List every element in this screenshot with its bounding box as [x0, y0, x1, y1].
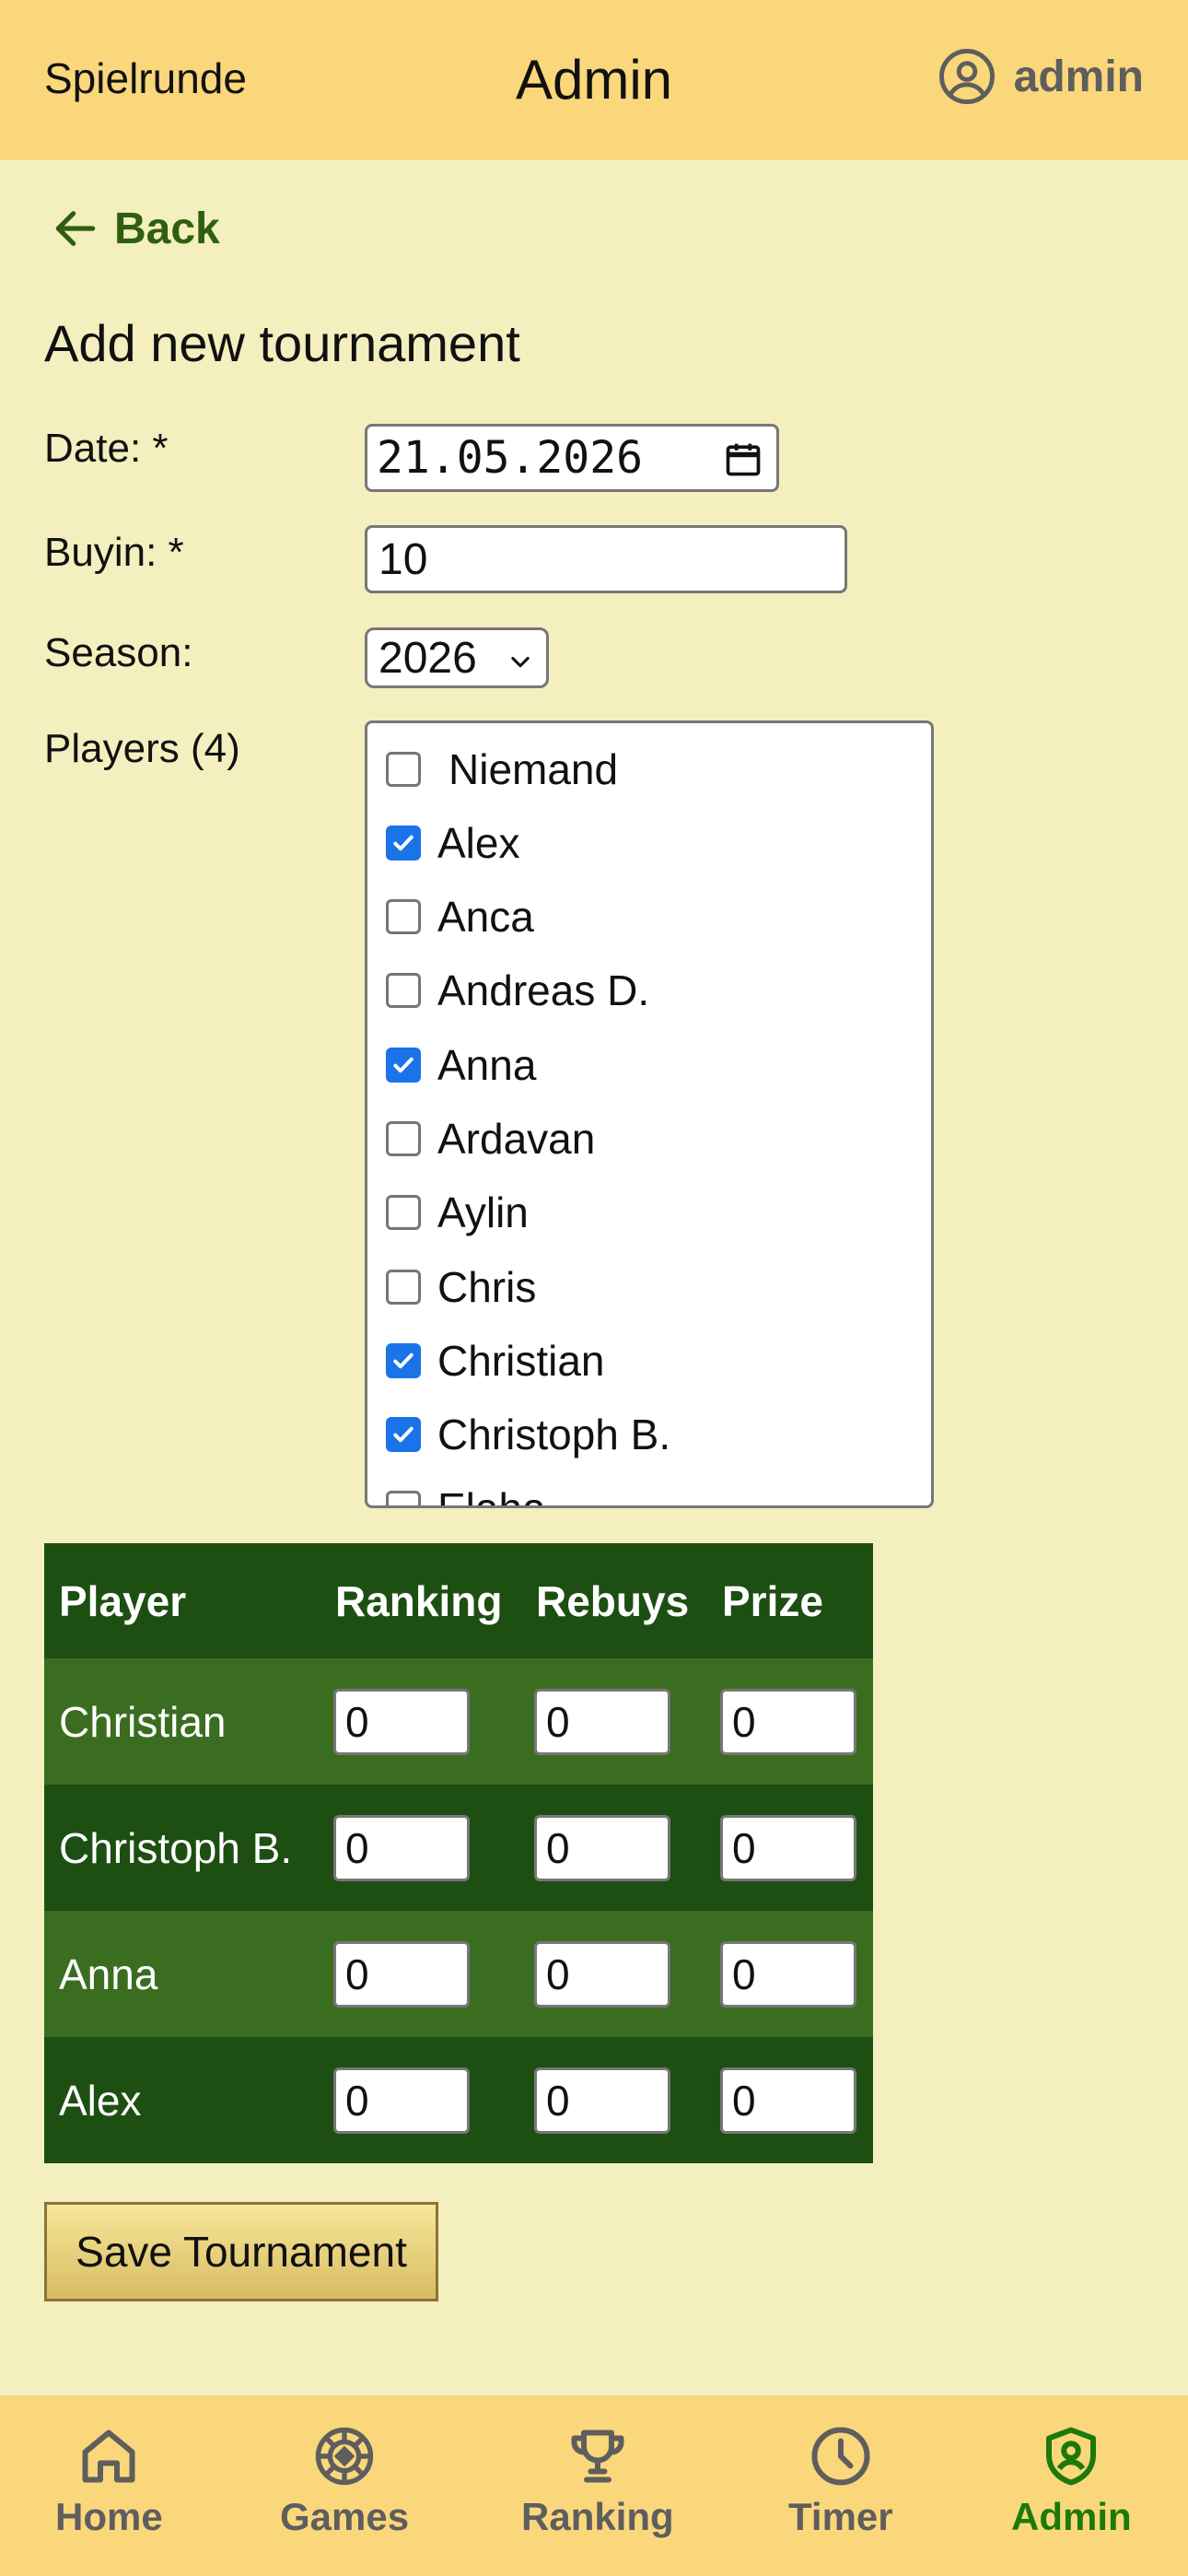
player-checkbox[interactable] [386, 752, 421, 787]
rebuys-input[interactable]: 0 [534, 1940, 670, 2008]
player-option-label: Ardavan [437, 1115, 596, 1163]
prize-input[interactable]: 0 [720, 1688, 856, 1755]
nav-ranking-label: Ranking [521, 2495, 674, 2538]
player-option-label: Christoph B. [437, 1411, 671, 1458]
back-label: Back [114, 204, 220, 253]
header-ranking: Ranking [320, 1543, 521, 1658]
player-checkbox[interactable] [386, 1270, 421, 1305]
user-name: admin [1013, 52, 1144, 101]
ranking-input[interactable]: 0 [333, 1940, 470, 2008]
header-prize: Prize [707, 1543, 873, 1658]
player-option[interactable]: Andreas D. [386, 954, 649, 1027]
nav-timer[interactable]: Timer [788, 2423, 893, 2539]
table-row: Christoph B. 0 0 0 [44, 1785, 873, 1911]
ranking-input[interactable]: 0 [333, 1688, 470, 1755]
nav-home[interactable]: Home [55, 2423, 163, 2539]
player-option[interactable]: Elaha [386, 1471, 546, 1508]
header-player: Player [44, 1543, 320, 1658]
player-option-label: Chris [437, 1263, 537, 1311]
user-menu[interactable]: admin [937, 46, 1144, 107]
home-icon [82, 2430, 135, 2483]
player-cell: Anna [44, 1911, 320, 2037]
page-title: Add new tournament [44, 314, 520, 372]
player-option-label: Andreas D. [437, 966, 650, 1014]
player-checkbox[interactable] [386, 1195, 421, 1230]
player-checkbox[interactable] [386, 825, 421, 861]
player-option[interactable]: Niemand [386, 732, 618, 806]
player-option-label: Elaha [437, 1484, 546, 1508]
header-rebuys: Rebuys [521, 1543, 707, 1658]
player-option[interactable]: Christian [386, 1324, 605, 1398]
nav-admin[interactable]: Admin [1011, 2423, 1132, 2539]
players-multiselect[interactable]: Niemand Alex Anca Andreas D. Anna Ardavan Ayli… [365, 720, 934, 1508]
player-option-label: Christian [437, 1337, 605, 1385]
nav-home-label: Home [55, 2495, 163, 2538]
player-checkbox[interactable] [386, 973, 421, 1008]
date-label: Date: * [44, 426, 169, 471]
season-value: 2026 [379, 633, 477, 683]
player-option[interactable]: Anca [386, 880, 534, 954]
buyin-label: Buyin: * [44, 530, 184, 575]
ranking-input[interactable]: 0 [333, 1814, 470, 1881]
rebuys-input[interactable]: 0 [534, 1814, 670, 1881]
chip-icon [315, 2427, 374, 2486]
players-label: Players (4) [44, 726, 240, 771]
nav-games[interactable]: Games [280, 2423, 409, 2539]
player-option-label: Aylin [437, 1188, 529, 1236]
player-option[interactable]: Christoph B. [386, 1398, 670, 1471]
calendar-icon[interactable] [723, 439, 763, 480]
arrow-left-icon [55, 211, 96, 246]
date-value: 21.05.2026 [377, 432, 643, 484]
nav-timer-label: Timer [788, 2495, 893, 2538]
player-option[interactable]: Chris [386, 1250, 536, 1324]
table-row: Alex 0 0 0 [44, 2037, 873, 2163]
back-link[interactable]: Back [50, 203, 220, 254]
nav-admin-label: Admin [1011, 2495, 1132, 2538]
buyin-value: 10 [379, 534, 428, 584]
nav-ranking[interactable]: Ranking [521, 2423, 674, 2539]
ranking-input[interactable]: 0 [333, 2067, 470, 2134]
buyin-input[interactable]: 10 [365, 525, 847, 593]
season-label: Season: [44, 630, 193, 675]
player-option[interactable]: Aylin [386, 1176, 529, 1249]
table-row: Anna 0 0 0 [44, 1911, 873, 2037]
prize-input[interactable]: 0 [720, 1940, 856, 2008]
player-checkbox[interactable] [386, 1417, 421, 1452]
chevron-down-icon [511, 656, 530, 668]
prize-input[interactable]: 0 [720, 1814, 856, 1881]
results-table: Player Ranking Rebuys Prize Christian 0 … [44, 1543, 873, 2163]
player-cell: Christoph B. [44, 1785, 320, 1911]
player-checkbox[interactable] [386, 1048, 421, 1083]
save-tournament-button[interactable]: Save Tournament [44, 2202, 438, 2301]
player-checkbox[interactable] [386, 1121, 421, 1156]
season-select[interactable]: 2026 [365, 627, 549, 688]
player-checkbox[interactable] [386, 1343, 421, 1378]
player-option-label: Anca [437, 893, 534, 941]
player-checkbox[interactable] [386, 1491, 421, 1505]
bottom-nav: Home Games Ranking Timer Admin [0, 2395, 1188, 2576]
shield-user-icon [1046, 2427, 1097, 2486]
player-option[interactable]: Alex [386, 806, 519, 880]
trophy-icon [571, 2430, 624, 2483]
date-input[interactable]: 21.05.2026 [365, 424, 779, 492]
prize-input[interactable]: 0 [720, 2067, 856, 2134]
rebuys-input[interactable]: 0 [534, 2067, 670, 2134]
player-cell: Christian [44, 1658, 320, 1785]
player-cell: Alex [44, 2037, 320, 2163]
rebuys-input[interactable]: 0 [534, 1688, 670, 1755]
nav-games-label: Games [280, 2495, 410, 2538]
top-header: Spielrunde Admin admin [0, 0, 1188, 160]
player-option-label: Niemand [448, 745, 619, 793]
player-option[interactable]: Ardavan [386, 1102, 595, 1176]
player-option[interactable]: Anna [386, 1028, 536, 1102]
player-checkbox[interactable] [386, 899, 421, 934]
player-option-label: Anna [437, 1041, 537, 1089]
clock-icon [811, 2427, 870, 2486]
table-header-row: Player Ranking Rebuys Prize [44, 1543, 873, 1658]
table-row: Christian 0 0 0 [44, 1658, 873, 1785]
player-option-label: Alex [437, 819, 520, 867]
user-circle-icon [938, 49, 995, 104]
